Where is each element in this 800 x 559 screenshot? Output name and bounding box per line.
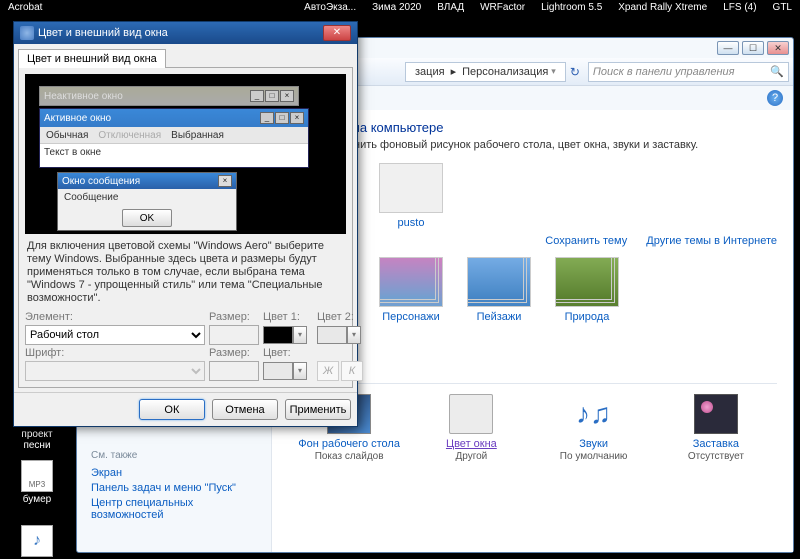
element-select[interactable]: Рабочий стол [25, 325, 205, 345]
min-icon: _ [250, 90, 264, 102]
cancel-button[interactable]: Отмена [212, 399, 278, 420]
theme-actions: Сохранить тему Другие темы в Интернете [288, 235, 777, 247]
screensaver-icon [694, 394, 738, 434]
mp3-icon: MP3 [21, 460, 53, 492]
font-select [25, 361, 205, 381]
bottom-row: Фон рабочего стола Показ слайдов Цвет ок… [288, 383, 777, 462]
theme-thumb [555, 257, 619, 307]
taskbar-item[interactable]: ВЛАД [429, 0, 472, 28]
apply-button[interactable]: Применить [285, 399, 351, 420]
close-icon: × [280, 90, 294, 102]
save-theme-link[interactable]: Сохранить тему [545, 235, 627, 247]
sound-icon: ♪♫ [572, 394, 616, 434]
preview-message-box: Окно сообщения× Сообщение OK [57, 172, 237, 231]
italic-button: К [341, 361, 363, 381]
dialog-titlebar[interactable]: Цвет и внешний вид окна ✕ [14, 22, 357, 44]
dialog-tab[interactable]: Цвет и внешний вид окна [18, 49, 166, 68]
my-themes-row: 🅐 AKRAPOVIČ Akrapovic pusto [288, 163, 777, 229]
element-label: Элемент: [25, 311, 205, 323]
icon-label: проект песни [12, 429, 62, 451]
search-input[interactable]: Поиск в панели управления 🔍 [588, 62, 789, 82]
music-icon: ♪ [21, 525, 53, 557]
preview-inactive-window: Неактивное окно _□× [39, 86, 299, 106]
theme-pusto[interactable]: pusto [376, 163, 446, 229]
color1-label: Цвет 1: [263, 311, 313, 323]
maximize-button[interactable]: ☐ [742, 41, 764, 55]
online-themes-link[interactable]: Другие темы в Интернете [646, 235, 777, 247]
preview-text: Текст в окне [40, 143, 308, 167]
size2-label: Размер: [209, 347, 259, 359]
theme-landscapes[interactable]: Пейзажи [464, 257, 534, 323]
theme-characters[interactable]: Персонажи [376, 257, 446, 323]
page-title: ия и звука на компьютере [288, 120, 777, 135]
minimize-button[interactable]: — [717, 41, 739, 55]
sidebar-link-taskbar[interactable]: Панель задач и меню "Пуск" [91, 482, 257, 494]
settings-grid: Элемент: Размер: Цвет 1: Цвет 2: Рабочий… [25, 311, 346, 381]
dialog-title: Цвет и внешний вид окна [38, 27, 168, 39]
sidebar-title: См. также [91, 450, 257, 461]
page-desc: еменно изменить фоновый рисунок рабочего… [288, 139, 777, 151]
max-icon: □ [275, 112, 289, 124]
sidebar-link-display[interactable]: Экран [91, 467, 257, 479]
desktop-mp3[interactable]: MP3 бумер [12, 460, 62, 505]
theme-nature[interactable]: Природа [552, 257, 622, 323]
color-label: Цвет: [263, 347, 313, 359]
color-appearance-dialog: Цвет и внешний вид окна ✕ Цвет и внешний… [13, 21, 358, 427]
screensaver-button[interactable]: Заставка Отсутствует [662, 394, 770, 462]
sounds-button[interactable]: ♪♫ Звуки По умолчанию [540, 394, 648, 462]
color-swatch [317, 326, 347, 344]
close-icon: × [290, 112, 304, 124]
color-icon [449, 394, 493, 434]
dialog-icon [20, 26, 34, 40]
taskbar-item[interactable]: WRFactor [472, 0, 533, 28]
help-icon[interactable]: ? [767, 90, 783, 106]
preview-ok-button: OK [122, 209, 172, 227]
taskbar-item[interactable]: Зима 2020 [364, 0, 429, 28]
font-size-input [209, 361, 259, 381]
color-swatch [263, 362, 293, 380]
preview-menu: Обычная Отключенная Выбранная [40, 127, 308, 143]
chevron-down-icon: ▾ [293, 326, 307, 344]
dialog-close-button[interactable]: ✕ [323, 25, 351, 41]
font-style-buttons: Ж К [317, 361, 367, 381]
color-swatch [263, 326, 293, 344]
taskbar-item[interactable]: Xpand Rally Xtreme [610, 0, 715, 28]
close-button[interactable]: ✕ [767, 41, 789, 55]
preview-active-window: Активное окно _□× Обычная Отключенная Вы… [39, 108, 309, 168]
search-icon: 🔍 [770, 65, 784, 78]
font-color-picker: ▾ [263, 362, 313, 380]
close-icon: × [218, 175, 232, 187]
bold-button: Ж [317, 361, 339, 381]
dialog-description: Для включения цветовой схемы "Windows Ae… [25, 234, 346, 311]
taskbar-item[interactable]: LFS (4) [715, 0, 764, 28]
font-label: Шрифт: [25, 347, 205, 359]
size-input [209, 325, 259, 345]
color1-picker[interactable]: ▾ [263, 326, 313, 344]
window-color-button[interactable]: Цвет окна Другой [417, 394, 525, 462]
icon-label: бумер [12, 494, 62, 505]
dialog-footer: ОК Отмена Применить [14, 392, 357, 426]
chevron-down-icon: ▾ [347, 326, 361, 344]
breadcrumb[interactable]: зация ▸ Персонализация ▾ [405, 62, 566, 82]
max-icon: □ [265, 90, 279, 102]
taskbar-item[interactable]: GTL [765, 0, 800, 28]
color2-label: Цвет 2: [317, 311, 367, 323]
min-icon: _ [260, 112, 274, 124]
preview-area: Неактивное окно _□× Активное окно _□× Об… [25, 74, 346, 234]
window-controls: — ☐ ✕ [717, 41, 789, 55]
chevron-down-icon: ▾ [293, 362, 307, 380]
color2-picker: ▾ [317, 326, 367, 344]
desktop-music[interactable]: ♪ [12, 525, 62, 559]
theme-thumb [379, 257, 443, 307]
ok-button[interactable]: ОК [139, 399, 205, 420]
size-label: Размер: [209, 311, 259, 323]
sidebar-link-accessibility[interactable]: Центр специальных возможностей [91, 497, 257, 521]
taskbar-item[interactable]: Lightroom 5.5 [533, 0, 610, 28]
theme-thumb [379, 163, 443, 213]
refresh-button[interactable]: ↻ [570, 65, 580, 79]
theme-thumb [467, 257, 531, 307]
